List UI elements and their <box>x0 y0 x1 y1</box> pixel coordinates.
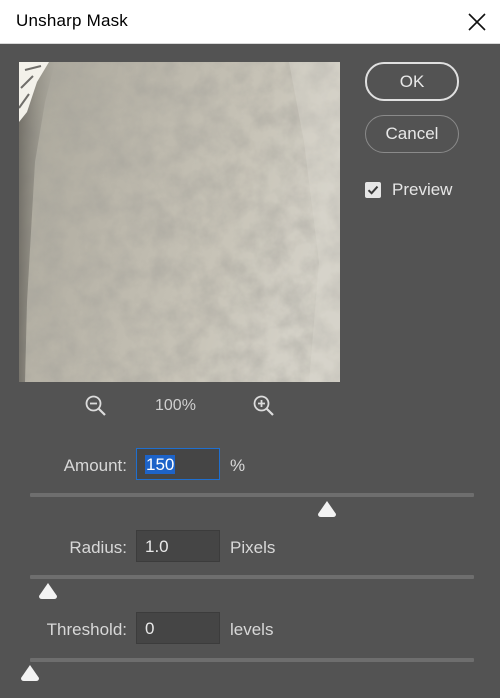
threshold-label: Threshold: <box>46 620 127 639</box>
threshold-slider-track[interactable] <box>30 658 474 662</box>
zoom-in-icon[interactable] <box>252 394 276 423</box>
title-bar: Unsharp Mask <box>0 0 500 44</box>
amount-label: Amount: <box>63 456 127 475</box>
amount-slider-track[interactable] <box>30 493 474 497</box>
checkbox-checked-icon[interactable] <box>365 182 381 198</box>
close-x-icon <box>468 13 486 31</box>
amount-slider-thumb[interactable] <box>317 500 337 523</box>
zoom-level: 100% <box>155 397 196 414</box>
amount-unit: % <box>230 456 246 475</box>
radius-row: Radius: 1.0 Pixels <box>0 530 500 564</box>
threshold-value: 0 <box>145 619 155 638</box>
preview-checkbox[interactable]: Preview <box>365 180 452 200</box>
threshold-slider-thumb[interactable] <box>20 664 40 687</box>
cancel-button[interactable]: Cancel <box>365 115 459 153</box>
radius-input[interactable]: 1.0 <box>136 530 220 562</box>
dialog-title: Unsharp Mask <box>16 11 128 30</box>
preview-label: Preview <box>392 180 453 199</box>
threshold-row: Threshold: 0 levels <box>0 612 500 646</box>
threshold-unit: levels <box>230 620 274 639</box>
zoom-controls: 100% <box>0 392 360 422</box>
radius-label: Radius: <box>69 538 127 557</box>
radius-slider-track[interactable] <box>30 575 474 579</box>
unsharp-mask-dialog: Unsharp Mask OK Cancel Preview 100% Amou… <box>0 0 500 698</box>
threshold-input[interactable]: 0 <box>136 612 220 644</box>
amount-input[interactable]: 150 <box>136 448 220 480</box>
amount-value: 150 <box>145 455 176 474</box>
amount-row: Amount: 150 % <box>0 448 500 482</box>
preview-image[interactable] <box>19 62 340 382</box>
ok-button-label: OK <box>399 71 425 91</box>
radius-unit: Pixels <box>230 538 276 557</box>
zoom-out-icon[interactable] <box>84 394 108 423</box>
close-button[interactable] <box>454 0 500 44</box>
radius-value: 1.0 <box>145 537 169 556</box>
ok-button[interactable]: OK <box>365 62 459 101</box>
cancel-button-label: Cancel <box>385 124 439 143</box>
radius-slider-thumb[interactable] <box>38 582 58 605</box>
